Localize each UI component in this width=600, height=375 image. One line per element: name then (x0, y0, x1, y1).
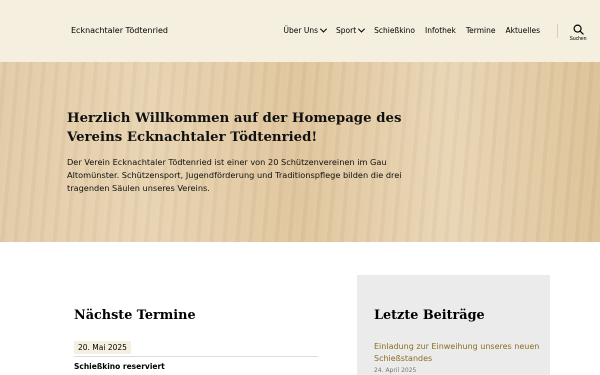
recent-post-date: 24. April 2025 (374, 367, 417, 374)
chevron-down-icon (358, 25, 366, 33)
event-divider (74, 356, 318, 357)
nav-item-termine[interactable]: Termine (466, 26, 496, 35)
hero-text: Der Verein Ecknachtaler Tödtenried ist e… (67, 157, 402, 193)
hero-banner: Herzlich Willkommen auf der Homepage des… (0, 62, 600, 242)
event-date-badge: 20. Mai 2025 (74, 341, 131, 354)
events-title: Nächste Termine (74, 308, 196, 323)
site-header: Ecknachtaler Tödtenried Über Uns Sport S… (0, 0, 600, 62)
nav-item-label: Sport (336, 26, 357, 35)
event-title-link[interactable]: Schießkino reserviert (74, 362, 165, 371)
hero-title: Herzlich Willkommen auf der Homepage des… (67, 111, 402, 145)
nav-item-ueber-uns[interactable]: Über Uns (283, 25, 328, 35)
site-title-link[interactable]: Ecknachtaler Tödtenried (71, 26, 168, 35)
nav-item-label: Infothek (425, 26, 456, 35)
nav-item-label: Aktuelles (505, 26, 540, 35)
recent-posts-widget: Letzte Beiträge Einladung zur Einweihung… (357, 275, 550, 375)
nav-item-label: Termine (465, 26, 496, 35)
recent-posts-title: Letzte Beiträge (374, 308, 485, 323)
search-icon (573, 24, 584, 35)
events-section: Nächste Termine (74, 308, 318, 323)
nav-item-infothek[interactable]: Infothek (425, 26, 456, 35)
search-label: Suchen (569, 36, 587, 42)
recent-post-link[interactable]: Einladung zur Einweihung unseres neuen S… (374, 341, 544, 365)
nav-item-label: Schießkino (374, 26, 416, 35)
nav-item-schiesskino[interactable]: Schießkino (374, 26, 415, 35)
nav-item-sport[interactable]: Sport (336, 25, 366, 35)
nav-item-label: Über Uns (283, 26, 319, 35)
chevron-down-icon (319, 25, 328, 33)
nav-item-aktuelles[interactable]: Aktuelles (506, 26, 540, 35)
nav-divider (557, 24, 558, 38)
main-nav: Über Uns Sport Schießkino Infothek Termi… (283, 25, 540, 35)
search-button[interactable]: Suchen (566, 24, 590, 42)
